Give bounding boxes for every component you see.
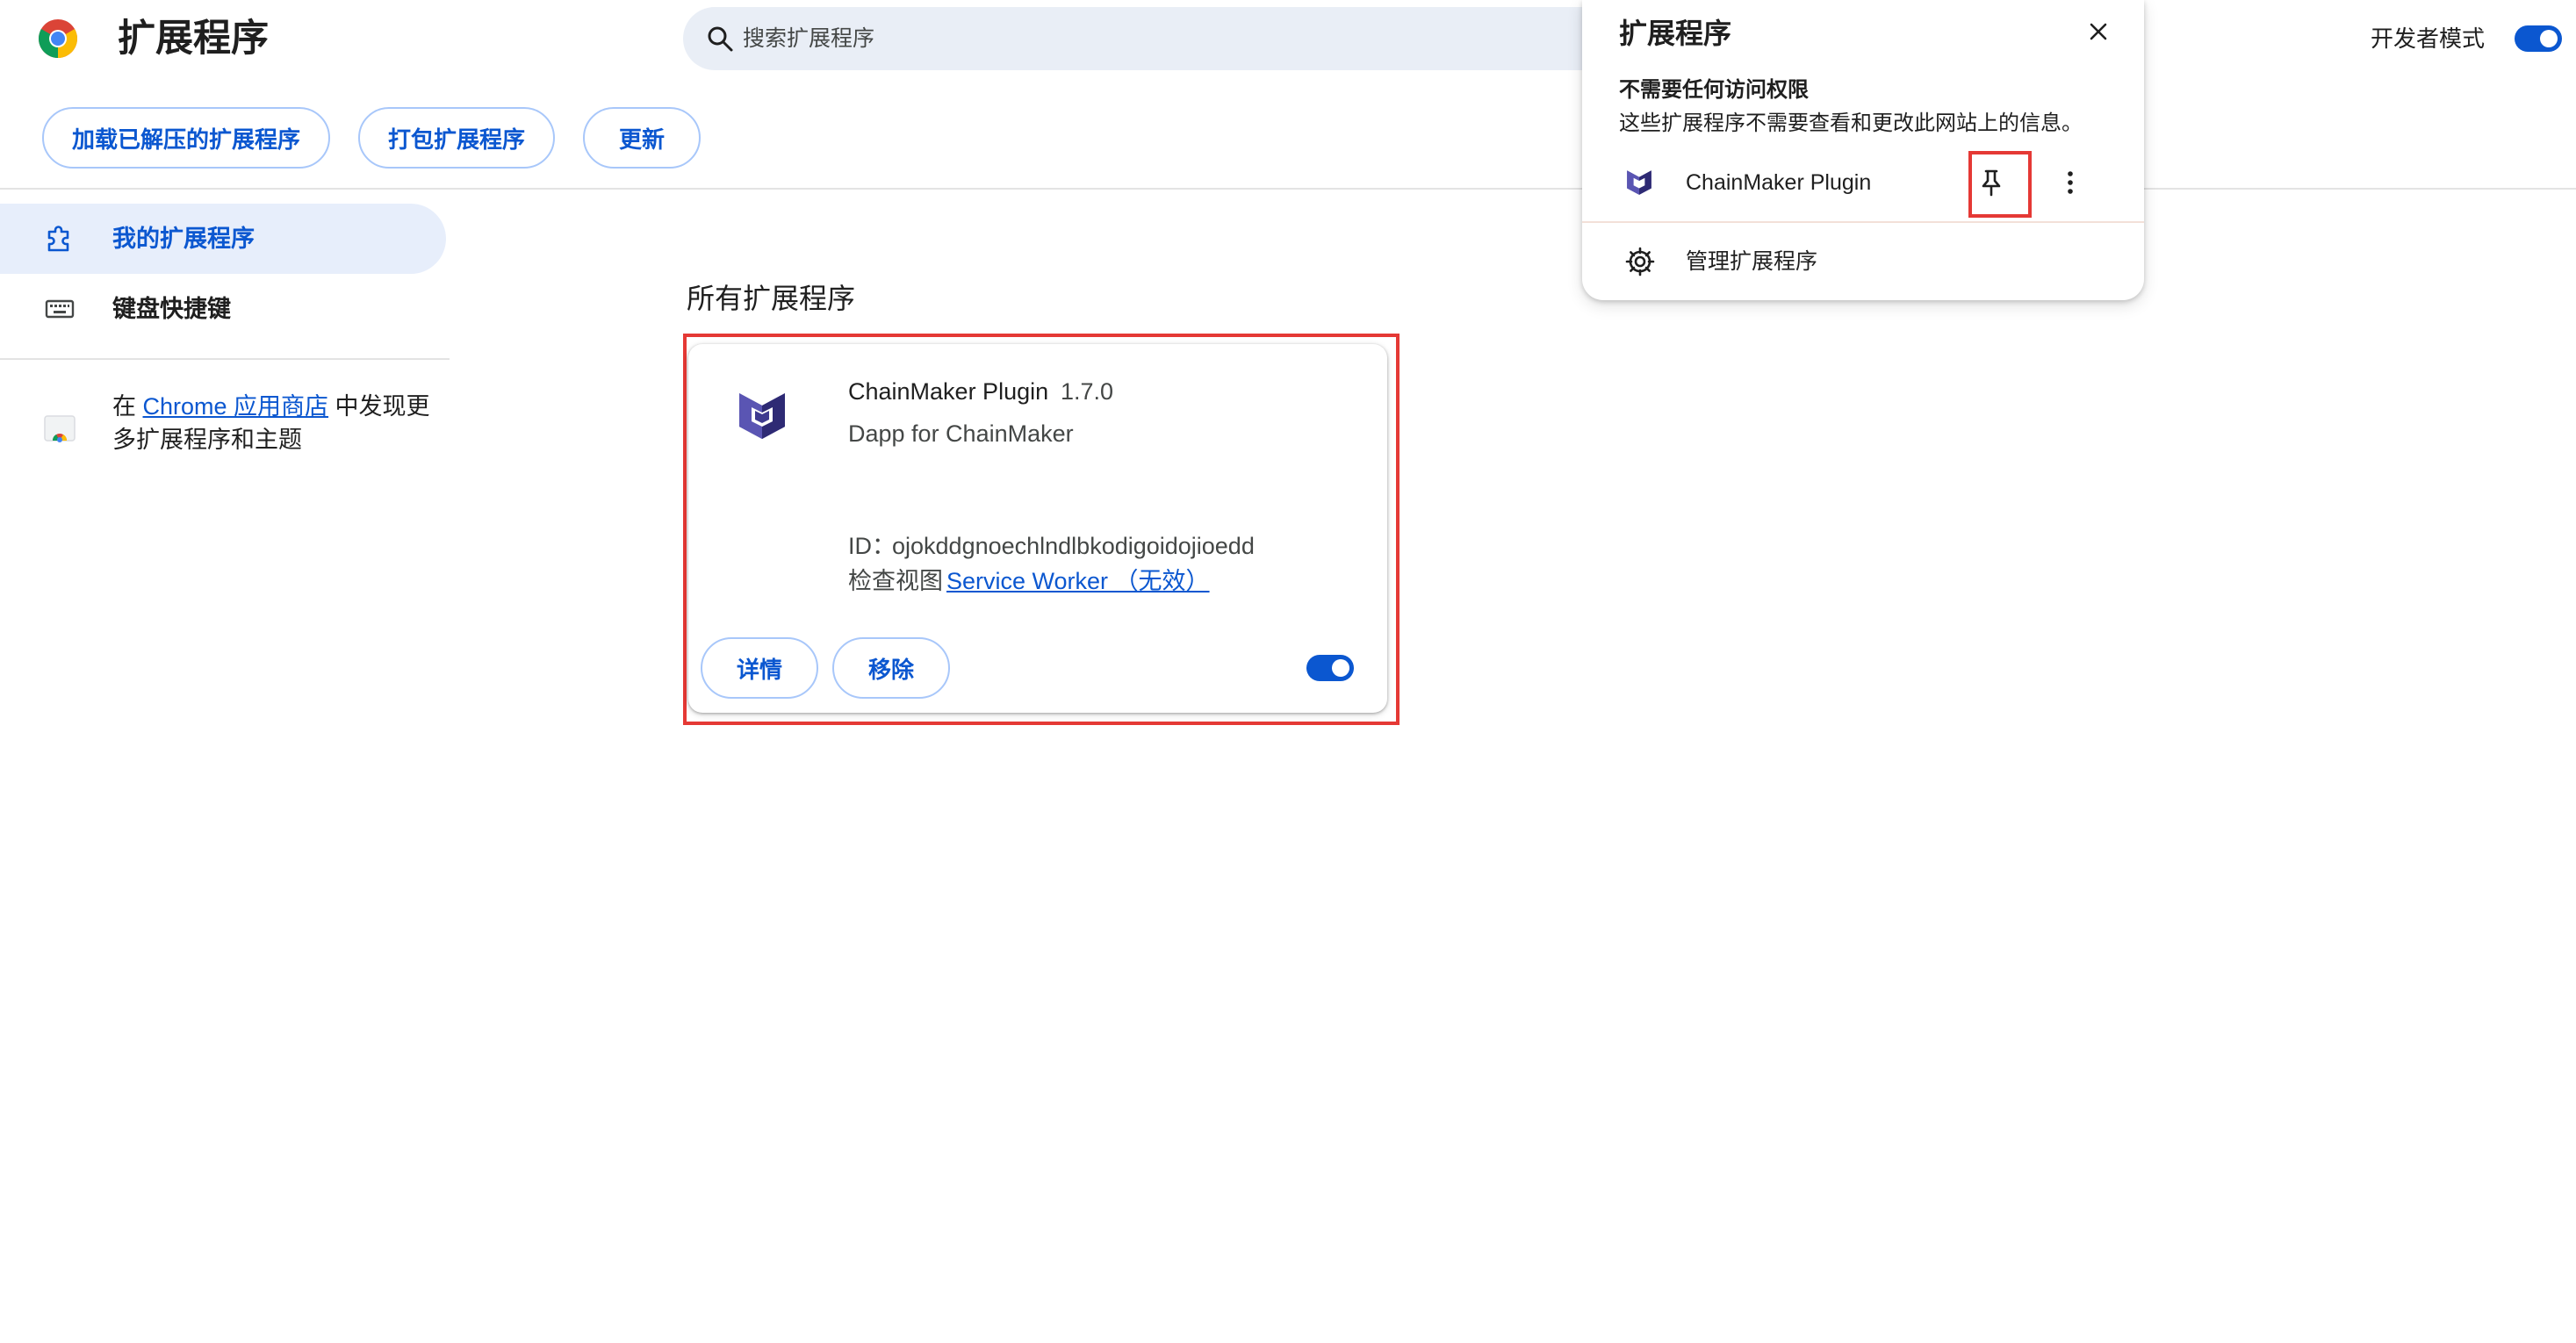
remove-button[interactable]: 移除 [832,637,950,699]
more-vert-icon[interactable] [2054,167,2086,198]
chainmaker-logo-icon [739,393,785,439]
chrome-web-store-icon [44,415,76,442]
chrome-web-store-link[interactable]: Chrome 应用商店 [143,393,329,420]
chainmaker-logo-icon [1627,170,1651,195]
sidebar-item-label: 键盘快捷键 [112,296,231,322]
extension-id-label: ID： [848,533,896,559]
inspect-views-label: 检查视图 [848,568,943,594]
web-store-promo: 在 Chrome 应用商店 中发现更多扩展程序和主题 [112,390,446,456]
pack-extension-button[interactable]: 打包扩展程序 [358,107,555,169]
extensions-popup: 扩展程序 不需要任何访问权限 这些扩展程序不需要查看和更改此网站上的信息。 Ch… [1582,0,2144,300]
sidebar-item-keyboard-shortcuts[interactable]: 键盘快捷键 [0,274,446,344]
load-unpacked-button[interactable]: 加载已解压的扩展程序 [42,107,330,169]
search-bar[interactable] [683,7,1675,70]
extension-name: ChainMaker Plugin [848,378,1049,405]
sidebar-divider [0,358,450,360]
puzzle-icon [47,226,69,252]
dev-mode-label: 开发者模式 [2371,25,2486,52]
toggle-knob [2540,30,2558,47]
popup-title: 扩展程序 [1619,18,1732,49]
page-title: 扩展程序 [118,18,269,60]
close-icon[interactable] [2083,16,2114,47]
service-worker-link[interactable]: Service Worker （无效） [946,564,1210,599]
extension-id: ojokddgnoechlndlbkodigoidojioedd [892,533,1255,559]
pin-icon[interactable] [1975,167,2007,198]
web-store-prefix: 在 [112,393,143,420]
search-icon [708,26,733,52]
extension-card: ChainMaker Plugin 1.7.0 Dapp for ChainMa… [688,344,1387,713]
keyboard-icon [45,299,75,319]
popup-extension-name[interactable]: ChainMaker Plugin [1686,167,1871,198]
header: 扩展程序 开发者模式 [0,0,2576,75]
extension-version: 1.7.0 [1061,378,1114,405]
extension-enable-toggle[interactable] [1306,655,1354,681]
details-button[interactable]: 详情 [701,637,818,699]
manage-extensions-link[interactable]: 管理扩展程序 [1686,246,1817,277]
toolbar-divider [0,188,2576,190]
popup-divider [1582,221,2144,223]
sidebar-item-label: 我的扩展程序 [112,226,255,252]
gear-icon [1625,247,1655,276]
popup-description: 这些扩展程序不需要查看和更改此网站上的信息。 [1619,111,2083,135]
popup-subtitle: 不需要任何访问权限 [1619,78,1809,102]
update-button[interactable]: 更新 [583,107,701,169]
sidebar-item-my-extensions[interactable]: 我的扩展程序 [0,204,446,274]
extension-description: Dapp for ChainMaker [848,420,1074,447]
search-input[interactable] [743,7,1621,70]
section-title: 所有扩展程序 [687,283,856,314]
dev-mode-toggle[interactable] [2515,25,2562,52]
toggle-knob [1332,659,1349,677]
chrome-logo-icon [39,19,77,58]
